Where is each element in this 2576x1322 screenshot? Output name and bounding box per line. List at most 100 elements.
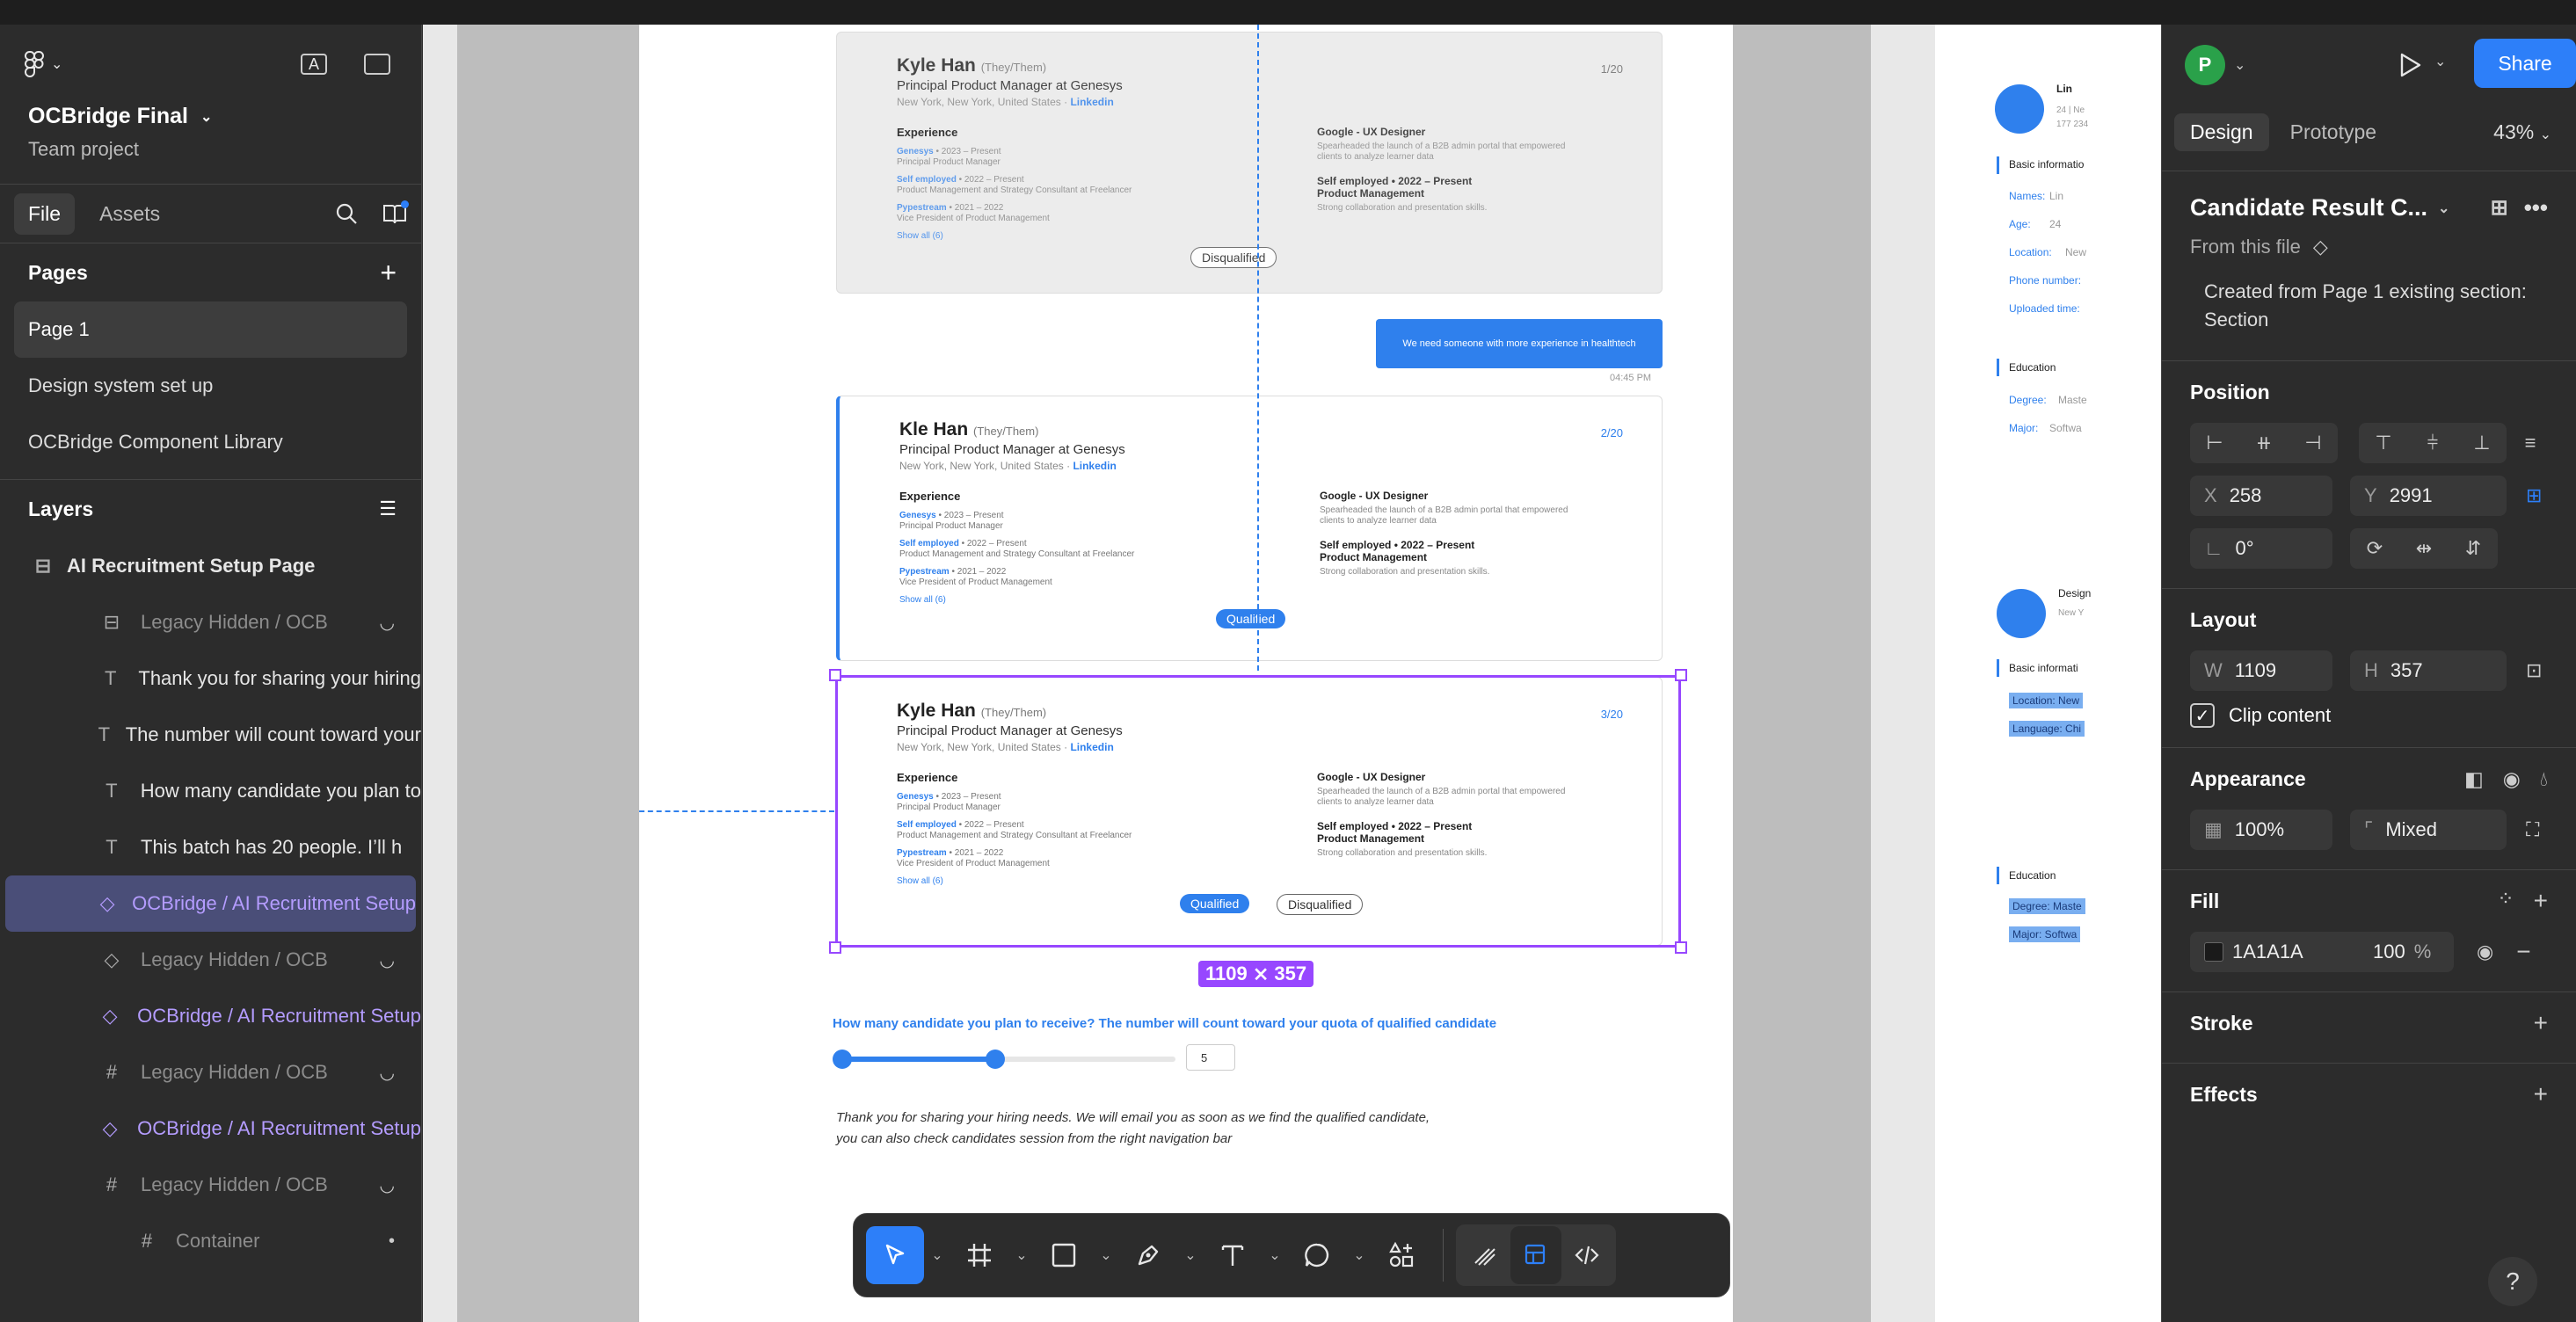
linkedin-link[interactable]: Linkedin [1070, 96, 1113, 108]
resize-to-fit-icon[interactable]: ⊡ [2526, 659, 2542, 682]
candidate-card[interactable]: Kyle Han (They/Them) Principal Product M… [836, 32, 1663, 294]
qualified-button[interactable]: Qualified [1216, 609, 1286, 628]
zoom-level[interactable]: 43% ⌄ [2493, 120, 2551, 144]
color-swatch[interactable] [2204, 942, 2223, 962]
actions-tool[interactable] [1372, 1226, 1430, 1284]
chevron-down-icon[interactable]: ⌄ [1008, 1246, 1035, 1264]
independent-corners-icon[interactable]: ⛶ [2526, 818, 2539, 841]
quantity-stepper[interactable]: 5 [1186, 1044, 1235, 1071]
avatar[interactable]: P [2185, 45, 2225, 85]
tab-assets[interactable]: Assets [85, 193, 174, 235]
clip-content-checkbox[interactable]: ✓ [2190, 703, 2215, 728]
align-center-icon[interactable]: ⧺ [2239, 423, 2289, 463]
show-all-link[interactable]: Show all (6) [899, 595, 1134, 606]
flip-horizontal-icon[interactable]: ⇹ [2399, 528, 2449, 569]
rotation-field[interactable]: ∟ 0° [2190, 528, 2332, 569]
show-all-link[interactable]: Show all (6) [897, 231, 1132, 242]
hidden-eye-icon[interactable]: ◡ [380, 949, 395, 971]
layer-item[interactable]: ◇ OCBridge / AI Recruitment Setup [0, 1100, 421, 1157]
eye-icon[interactable]: ◉ [2503, 767, 2521, 791]
file-title[interactable]: OCBridge Final ⌄ [0, 104, 421, 129]
design-mode[interactable] [1510, 1226, 1561, 1284]
hidden-eye-icon[interactable]: ◡ [380, 1062, 395, 1084]
component-description[interactable]: Created from Page 1 existing section: Se… [2190, 278, 2548, 334]
linkedin-link[interactable]: Linkedin [1073, 460, 1116, 472]
resize-handle[interactable] [1675, 941, 1687, 954]
layer-item[interactable]: ◇ Legacy Hidden / OCB ◡ [0, 932, 421, 988]
align-right-icon[interactable]: ⊣ [2289, 423, 2338, 463]
components-grid-icon[interactable]: ⊞ [2491, 195, 2508, 221]
collapse-layers-icon[interactable]: ☰ [379, 498, 397, 520]
hidden-eye-icon[interactable]: ◡ [380, 1174, 395, 1196]
draw-mode[interactable] [1459, 1226, 1510, 1284]
layer-item[interactable]: T How many candidate you plan to [0, 763, 421, 819]
layer-item[interactable]: T The number will count toward your [0, 707, 421, 763]
slider-knob-start[interactable] [833, 1050, 852, 1069]
help-button[interactable]: ? [2488, 1257, 2537, 1306]
x-field[interactable]: X 258 [2190, 476, 2332, 516]
layer-item[interactable]: T Thank you for sharing your hiring [0, 650, 421, 707]
chevron-down-icon[interactable]: ⌄ [2434, 53, 2446, 70]
align-bottom-icon[interactable]: ⊥ [2457, 423, 2507, 463]
chevron-down-icon[interactable]: ⌄ [1346, 1246, 1372, 1264]
width-field[interactable]: W 1109 [2190, 650, 2332, 691]
chevron-down-icon[interactable]: ⌄ [1093, 1246, 1119, 1264]
frame-tool[interactable] [950, 1226, 1008, 1284]
variable-mode-icon[interactable]: ◧ [2464, 767, 2484, 791]
hidden-eye-icon[interactable]: ◡ [380, 612, 395, 634]
selection-box[interactable] [835, 675, 1681, 948]
distribute-icon[interactable]: ≡ [2517, 423, 2543, 463]
remove-fill-icon[interactable]: − [2516, 938, 2530, 966]
more-icon[interactable]: ••• [2524, 194, 2548, 222]
side-frame-preview[interactable]: Lin 24 | Ne 177 234 Basic informatio Nam… [1935, 25, 2161, 1322]
add-page-icon[interactable]: + [380, 257, 397, 289]
component-diamond-icon[interactable]: ◇ [2313, 236, 2328, 258]
dev-mode[interactable] [1561, 1226, 1612, 1284]
align-top-icon[interactable]: ⊤ [2359, 423, 2408, 463]
chevron-down-icon[interactable]: ⌄ [1177, 1246, 1204, 1264]
share-button[interactable]: Share [2474, 39, 2576, 88]
play-icon[interactable] [2396, 51, 2424, 84]
pen-tool[interactable] [1119, 1226, 1177, 1284]
styles-grid-icon[interactable]: ⁘ [2497, 887, 2514, 915]
resize-handle[interactable] [829, 941, 841, 954]
text-tool[interactable] [1204, 1226, 1262, 1284]
layer-item[interactable]: T This batch has 20 people. I’ll h [0, 819, 421, 875]
flip-vertical-icon[interactable]: ⇵ [2449, 528, 2498, 569]
layer-item[interactable]: ◇ OCBridge / AI Recruitment Setup [5, 875, 416, 932]
layer-item[interactable]: # Container • [0, 1213, 421, 1269]
tab-design[interactable]: Design [2174, 113, 2269, 151]
add-stroke-icon[interactable]: + [2534, 1009, 2548, 1037]
chevron-down-icon[interactable]: ⌄ [1262, 1246, 1288, 1264]
align-middle-icon[interactable]: ⫩ [2408, 423, 2457, 463]
disqualified-button[interactable]: Disqualified [1190, 247, 1277, 268]
height-field[interactable]: H 357 [2350, 650, 2507, 691]
page-item-page-1[interactable]: Page 1 [14, 301, 407, 358]
layer-item[interactable]: # Legacy Hidden / OCB ◡ [0, 1044, 421, 1100]
layer-root[interactable]: ⊟ AI Recruitment Setup Page [0, 538, 421, 594]
component-name[interactable]: Candidate Result C... [2190, 194, 2427, 222]
tab-prototype[interactable]: Prototype [2274, 113, 2392, 151]
add-effect-icon[interactable]: + [2534, 1080, 2548, 1108]
slider-knob[interactable] [985, 1050, 1005, 1069]
chevron-down-icon[interactable]: ⌄ [2438, 200, 2449, 217]
comment-tool[interactable] [1288, 1226, 1346, 1284]
figma-menu-icon[interactable]: ⌄ [25, 51, 62, 77]
constraints-icon[interactable]: ⊞ [2526, 484, 2542, 507]
resize-handle[interactable] [1675, 669, 1687, 681]
layer-item[interactable]: # Legacy Hidden / OCB ◡ [0, 1157, 421, 1213]
tab-file[interactable]: File [14, 192, 76, 235]
rotate-icon[interactable]: ⟳ [2350, 528, 2399, 569]
fill-color-field[interactable]: 1A1A1A 100 % [2190, 932, 2454, 972]
move-tool[interactable] [866, 1226, 924, 1284]
text-ai-icon[interactable]: A [301, 54, 327, 75]
library-icon[interactable] [382, 200, 409, 225]
search-icon[interactable] [335, 202, 358, 225]
canvas[interactable]: Kyle Han (They/Them) Principal Product M… [423, 25, 2161, 1322]
chevron-down-icon[interactable]: ⌄ [2234, 56, 2245, 74]
layer-item[interactable]: ⊟ Legacy Hidden / OCB ◡ [0, 594, 421, 650]
resize-handle[interactable] [829, 669, 841, 681]
chevron-down-icon[interactable]: ⌄ [924, 1246, 950, 1264]
blend-mode-icon[interactable]: 💧︎ [2540, 767, 2548, 791]
eye-icon[interactable]: ◉ [2477, 941, 2493, 963]
